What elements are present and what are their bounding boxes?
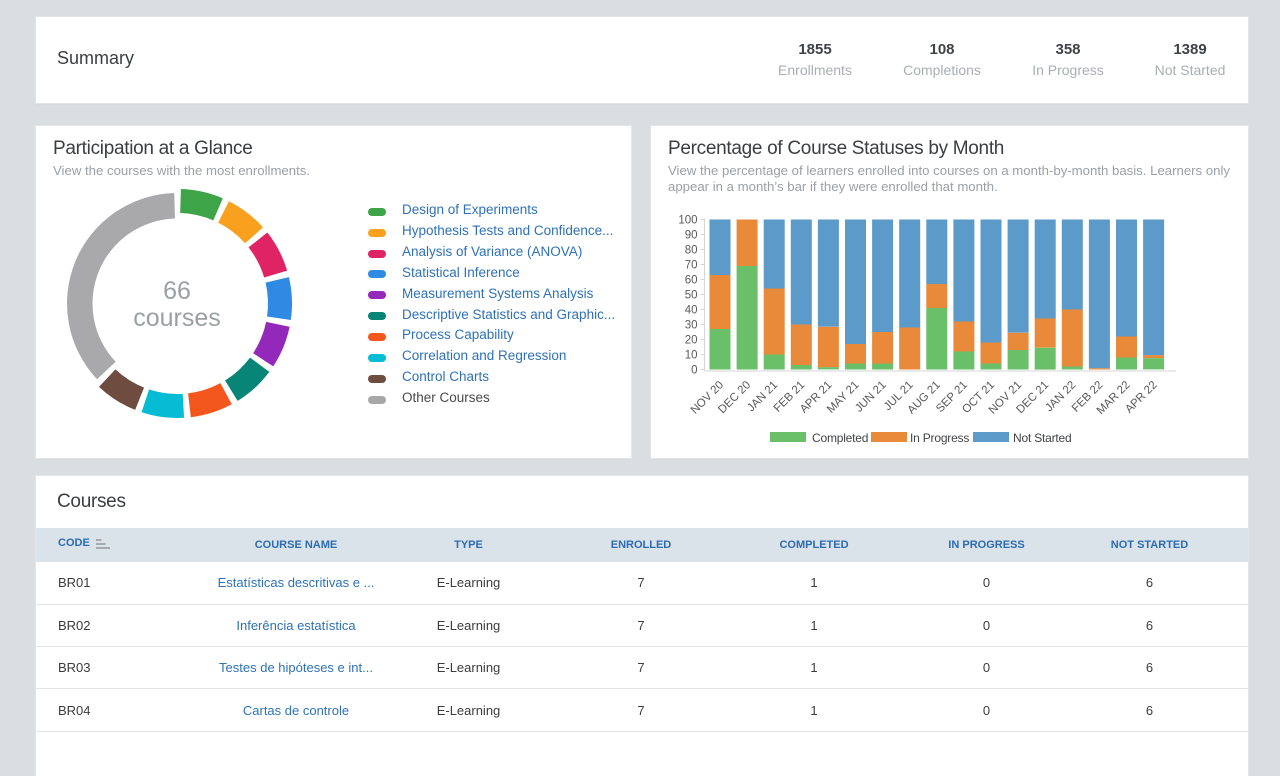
- svg-text:90: 90: [685, 230, 698, 242]
- svg-text:50: 50: [685, 290, 698, 302]
- svg-text:30: 30: [685, 320, 698, 332]
- svg-text:10: 10: [685, 350, 698, 362]
- svg-text:60: 60: [685, 275, 698, 287]
- svg-text:0: 0: [691, 365, 697, 377]
- svg-text:70: 70: [685, 260, 698, 272]
- svg-text:80: 80: [685, 245, 698, 257]
- svg-text:40: 40: [685, 305, 698, 317]
- svg-text:20: 20: [685, 335, 698, 347]
- svg-text:100: 100: [678, 215, 697, 227]
